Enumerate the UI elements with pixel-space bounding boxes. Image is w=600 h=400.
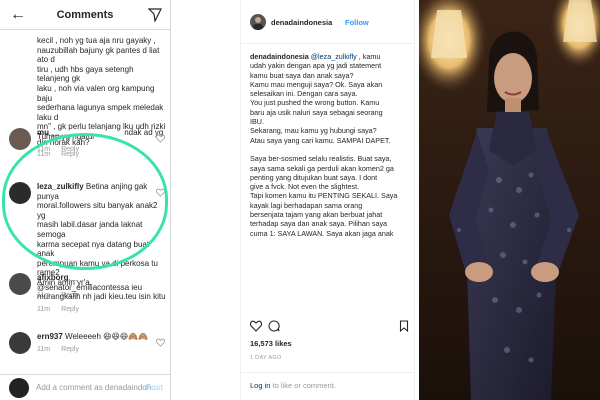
post-header: denadaindonesia Follow xyxy=(241,0,414,44)
comments-title: Comments xyxy=(56,9,114,21)
post-time: 1 DAY AGO xyxy=(250,355,282,361)
post-caption: denadaindonesia @leza_zulkifly , kamu ud… xyxy=(250,52,398,238)
reply-link[interactable]: Reply xyxy=(61,306,79,313)
comment-username[interactable]: ern937 xyxy=(37,332,63,341)
avatar[interactable] xyxy=(250,14,266,30)
comments-topbar: ← Comments xyxy=(0,0,170,30)
post-sidebar: denadaindonesia Follow denadaindonesia @… xyxy=(240,0,415,400)
caption-username[interactable]: denadaindonesia xyxy=(250,52,309,61)
avatar[interactable] xyxy=(9,273,31,295)
comments-panel: ← Comments kecil , noh yg tua aja nru ga… xyxy=(0,0,171,400)
post-button[interactable]: Post xyxy=(146,383,163,392)
post-username[interactable]: denadaindonesia xyxy=(271,18,332,27)
comment-item: afixborg__ @senator_emiliacontessa ieu m… xyxy=(0,273,170,313)
avatar xyxy=(9,378,29,398)
comment-time: 11m xyxy=(37,345,51,353)
login-prompt: Log in to like or comment. xyxy=(241,372,414,390)
bookmark-icon[interactable] xyxy=(398,320,410,332)
portrait-illustration xyxy=(419,0,600,400)
post-view: denadaindonesia Follow denadaindonesia @… xyxy=(171,0,419,400)
comment-username[interactable]: afixborg__ xyxy=(37,273,77,282)
comment-input-bar: Add a comment as denadaindon... Post xyxy=(0,374,170,400)
heart-icon[interactable] xyxy=(250,320,262,332)
highlight-circle xyxy=(2,133,168,270)
comment-text: kecil , noh yg tua aja nru gayaky , nauz… xyxy=(37,36,166,141)
heart-icon[interactable] xyxy=(156,134,165,143)
comment-time: 11m xyxy=(37,305,51,313)
caption-mention[interactable]: @leza_zulkifly xyxy=(311,52,357,61)
avatar[interactable] xyxy=(9,332,31,354)
heart-icon[interactable] xyxy=(156,338,165,347)
portrait-photo xyxy=(419,0,600,400)
comment-icon[interactable] xyxy=(268,320,280,332)
post-actions xyxy=(250,320,410,334)
follow-button[interactable]: Follow xyxy=(345,18,369,27)
post-image-area xyxy=(171,0,240,400)
send-icon[interactable] xyxy=(148,8,162,22)
comment-input[interactable]: Add a comment as denadaindon... xyxy=(36,383,158,392)
login-link[interactable]: Log in xyxy=(250,381,270,390)
comment-meta: 11m Reply xyxy=(0,305,170,313)
avatar[interactable] xyxy=(9,128,31,150)
likes-count[interactable]: 16,573 likes xyxy=(250,339,292,348)
reply-link[interactable]: Reply xyxy=(61,346,79,353)
comment-item: ern937 Weleeeeh 😆😆😆🙈🙈 11m Reply xyxy=(0,332,170,354)
